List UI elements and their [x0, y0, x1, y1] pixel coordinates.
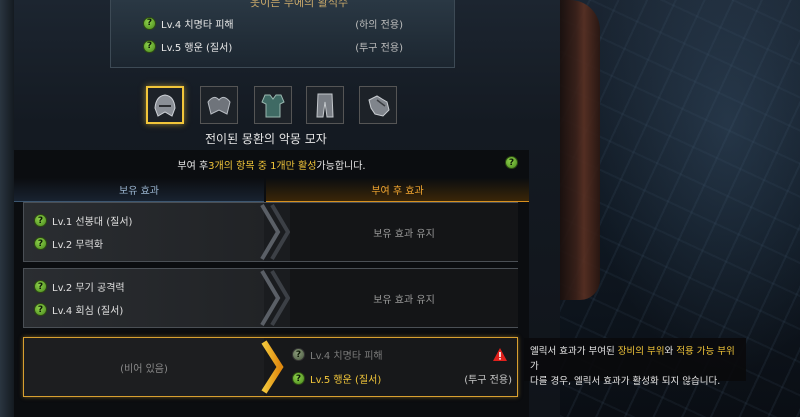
top-effect-row: ? Lv.5 행운 (질서) (투구 전용)	[143, 38, 403, 54]
effect-part: (투구 전용)	[464, 375, 512, 386]
notice-text: 부여 후	[177, 160, 209, 172]
owned-effect: ? Lv.2 무력화	[34, 236, 103, 251]
shoulder-icon	[207, 96, 231, 115]
effect-part: (투구 전용)	[355, 42, 403, 54]
question-icon[interactable]: ?	[143, 39, 156, 53]
chevron-right-icon	[260, 203, 290, 261]
column-header-owned: 보유 효과	[14, 178, 264, 202]
effect-label: Lv.1 선봉대 (질서)	[52, 217, 133, 228]
result-text: 보유 효과 유지	[373, 228, 435, 240]
equipment-slot-gloves[interactable]	[359, 86, 397, 124]
effect-row[interactable]: ? Lv.1 선봉대 (질서) ? Lv.2 무력화 보유 효과 유지	[23, 202, 518, 262]
effect-label: Lv.5 행운 (질서)	[310, 375, 382, 386]
selected-item-title: 전이된 몽환의 악몽 모자	[205, 132, 327, 146]
notice-text: 가능합니다.	[316, 160, 366, 172]
help-icon[interactable]: ?	[505, 156, 518, 169]
after-effect: ? Lv.4 치명타 피해	[292, 347, 512, 362]
effect-label: Lv.4 치명타 피해	[310, 351, 383, 362]
gloves-icon	[368, 95, 390, 117]
question-icon[interactable]: ?	[143, 16, 156, 30]
owned-effect: ? Lv.4 회심 (질서)	[34, 302, 123, 317]
effect-label: Lv.2 무력화	[52, 240, 104, 251]
equipment-slot-pants[interactable]	[306, 86, 344, 124]
top-effect-row: ? Lv.4 치명타 피해 (하의 전용)	[143, 15, 403, 31]
chest-armor-icon	[261, 94, 285, 118]
effect-row-selected[interactable]: (비어 있음) ? Lv.4 치명타 피해 ? Lv.5 행운 (질서) (투구…	[23, 337, 518, 397]
helmet-icon	[154, 94, 176, 117]
character-figure	[560, 0, 600, 300]
tooltip-line-1: 엘릭서 효과가 부여된 장비의 부위와 적용 가능 부위가	[530, 346, 735, 372]
row-left-panel	[24, 269, 264, 327]
effect-label: Lv.2 무기 공격력	[52, 283, 125, 294]
warning-icon[interactable]	[493, 348, 507, 361]
row-left-panel	[24, 203, 264, 261]
result-text: 보유 효과 유지	[373, 294, 435, 306]
pants-icon	[316, 93, 334, 118]
effect-part: (하의 전용)	[355, 19, 403, 31]
owned-effect: ? Lv.2 무기 공격력	[34, 279, 125, 294]
owned-effect: ? Lv.1 선봉대 (질서)	[34, 213, 132, 228]
equipment-slot-shoulder[interactable]	[200, 86, 238, 124]
empty-slot-text: (비어 있음)	[120, 363, 168, 375]
question-icon[interactable]: ?	[34, 214, 47, 227]
column-header-after: 부여 후 효과	[266, 178, 529, 202]
effect-label: Lv.5 행운 (질서)	[161, 42, 233, 54]
left-frame	[0, 0, 14, 417]
question-icon[interactable]: ?	[292, 372, 305, 385]
equipment-slot-chest[interactable]	[254, 86, 292, 124]
warning-tooltip: 엘릭서 효과가 부여된 장비의 부위와 적용 가능 부위가 다를 경우, 엘릭서…	[524, 338, 746, 387]
effect-row[interactable]: ? Lv.2 무기 공격력 ? Lv.4 회심 (질서) 보유 효과 유지	[23, 268, 518, 328]
equipment-slot-helmet[interactable]	[146, 86, 184, 124]
tooltip-line-2: 다를 경우, 엘릭서 효과가 활성화 되지 않습니다.	[530, 376, 721, 387]
question-icon[interactable]: ?	[292, 348, 305, 361]
question-icon[interactable]: ?	[34, 237, 47, 250]
top-panel-title: 옷이는 무에의 활석수	[250, 0, 349, 9]
top-effects-panel	[110, 0, 455, 68]
chevron-right-icon	[261, 340, 284, 394]
question-icon[interactable]: ?	[34, 303, 47, 316]
notice-highlight: 3개의 항목 중 1개만 활성	[208, 160, 317, 172]
activation-notice: 부여 후 3개의 항목 중 1개만 활성 가능합니다.	[14, 150, 529, 178]
after-effect: ? Lv.5 행운 (질서) (투구 전용)	[292, 371, 512, 386]
effect-label: Lv.4 회심 (질서)	[52, 306, 124, 317]
question-icon[interactable]: ?	[34, 280, 47, 293]
effect-label: Lv.4 치명타 피해	[161, 19, 234, 31]
chevron-right-icon	[260, 269, 290, 327]
